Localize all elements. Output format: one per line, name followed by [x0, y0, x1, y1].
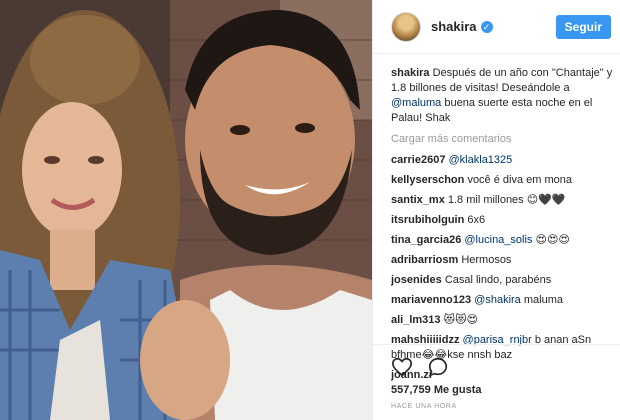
comment-item: itsrubiholguin 6x6	[391, 213, 617, 228]
comment-username[interactable]: kellyserschon	[391, 174, 464, 186]
comment-username[interactable]: tina_garcia26	[391, 234, 461, 246]
caption-username[interactable]: shakira	[391, 67, 430, 79]
comment-text: Casal lindo, parabéns	[444, 274, 552, 286]
comment-item: santix_mx 1.8 mil millones 😊🖤🖤	[391, 193, 617, 208]
comment-item: kellyserschon você é diva em mona	[391, 173, 617, 188]
header-username[interactable]: shakira	[431, 19, 477, 34]
comment-username[interactable]: itsrubiholguin	[391, 214, 464, 226]
comment-text: 😍😍😍	[535, 234, 570, 246]
post-actions	[391, 356, 449, 378]
comment-username[interactable]: josenides	[391, 274, 442, 286]
comment-text: Hermosos	[461, 254, 512, 266]
comment-mention[interactable]: @shakira	[474, 294, 521, 306]
avatar[interactable]	[391, 11, 421, 42]
comment-username[interactable]: ali_lm313	[391, 314, 441, 326]
heart-icon[interactable]	[391, 356, 413, 378]
comment-item: tina_garcia26 @lucina_solis 😍😍😍	[391, 233, 617, 248]
comment-item: adribarriosm Hermosos	[391, 253, 617, 268]
verified-icon: ✓	[480, 20, 493, 33]
comments-list: shakira Después de un año con "Chantaje"…	[391, 66, 617, 388]
post-photo[interactable]	[0, 0, 372, 420]
post-caption: shakira Después de un año con "Chantaje"…	[391, 66, 617, 126]
likes-count[interactable]: 557,759 Me gusta	[391, 384, 482, 396]
comment-username[interactable]: mariavenno123	[391, 294, 471, 306]
comment-item: ali_lm313 😻😻😍	[391, 313, 617, 328]
comment-item: mariavenno123 @shakira maluma	[391, 293, 617, 308]
comment-text: 6x6	[467, 214, 486, 226]
comment-item: josenides Casal lindo, parabéns	[391, 273, 617, 288]
comment-username[interactable]: santix_mx	[391, 194, 445, 206]
comment-mention[interactable]: @lucina_solis	[464, 234, 532, 246]
caption-mention[interactable]: @maluma	[391, 97, 441, 109]
post-timestamp: HACE UNA HORA	[391, 403, 457, 410]
selfie-image	[0, 0, 372, 420]
comment-text: 😻😻😍	[443, 314, 479, 326]
comment-username[interactable]: carrie2607	[391, 154, 445, 166]
post-header: shakira ✓ Seguir	[373, 0, 620, 54]
post-side-panel: shakira ✓ Seguir shakira Después de un a…	[372, 0, 620, 420]
comment-mention[interactable]: @klakla1325	[449, 154, 513, 166]
comment-username[interactable]: adribarriosm	[391, 254, 458, 266]
comment-text: você é diva em mona	[467, 174, 572, 186]
comment-icon[interactable]	[427, 356, 449, 378]
follow-button[interactable]: Seguir	[555, 14, 611, 39]
comment-text: maluma	[523, 294, 563, 306]
comment-text: 1.8 mil millones 😊🖤🖤	[447, 194, 566, 206]
load-more-comments-link[interactable]: Cargar más comentarios	[391, 132, 617, 147]
actions-divider	[373, 344, 620, 345]
comment-item: carrie2607 @klakla1325	[391, 153, 617, 168]
